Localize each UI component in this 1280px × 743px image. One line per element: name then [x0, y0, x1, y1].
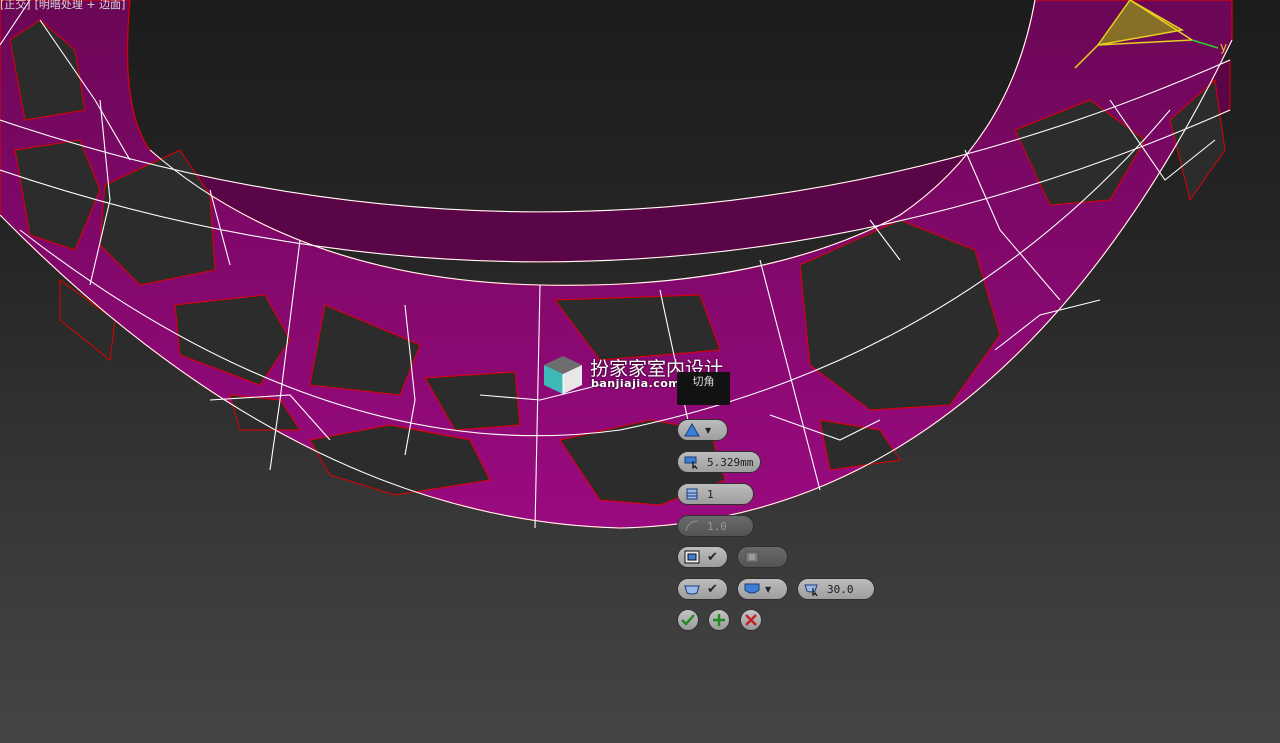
watermark-logo-icon [544, 356, 582, 394]
smooth-toggle[interactable]: ✔ [677, 578, 728, 600]
invert-toggle[interactable] [737, 546, 788, 568]
segments-value[interactable]: 1 [707, 488, 714, 501]
smooth-threshold-icon [803, 581, 821, 597]
tension-value[interactable]: 1.0 [707, 520, 727, 533]
smooth-threshold-spinner[interactable]: 30.0 [797, 578, 875, 600]
viewport-view-label[interactable]: [正交] [0, 0, 31, 11]
tension-icon [683, 518, 701, 534]
check-icon: ✔ [707, 581, 718, 597]
chamfer-type-icon [683, 422, 701, 438]
check-icon: ✔ [707, 549, 718, 565]
apply-continue-button[interactable] [708, 609, 730, 631]
tension-spinner[interactable]: 1.0 [677, 515, 754, 537]
chevron-down-icon: ▼ [705, 425, 712, 435]
chevron-down-icon: ▼ [765, 584, 772, 594]
plus-icon [713, 614, 725, 626]
chamfer-type-dropdown[interactable]: ▼ [677, 419, 728, 441]
gizmo-y-axis-label: y [1220, 40, 1228, 54]
open-chamfer-icon [683, 549, 701, 565]
segments-icon [683, 486, 701, 502]
invert-icon [743, 549, 761, 565]
cancel-button[interactable] [740, 609, 762, 631]
amount-value[interactable]: 5.329mm [707, 456, 753, 469]
smooth-type-dropdown[interactable]: ▼ [737, 578, 788, 600]
amount-spinner[interactable]: 5.329mm [677, 451, 761, 473]
segments-spinner[interactable]: 1 [677, 483, 754, 505]
checkmark-icon [681, 614, 695, 626]
open-chamfer-toggle[interactable]: ✔ [677, 546, 728, 568]
smooth-icon [683, 581, 701, 597]
ok-button[interactable] [677, 609, 699, 631]
viewport-shading-label[interactable]: [明暗处理 + 边面] [35, 0, 126, 11]
close-icon [745, 614, 757, 626]
amount-icon [683, 454, 701, 470]
viewport-label[interactable]: [正交] [明暗处理 + 边面] [0, 0, 129, 12]
watermark-url: banjiajia.com [591, 377, 681, 390]
caddy-title: 切角 [677, 372, 730, 405]
smooth-threshold-value[interactable]: 30.0 [827, 583, 854, 596]
3d-viewport[interactable]: [正交] [明暗处理 + 边面] y 扮家家室内设计 banjiajia.com … [0, 0, 1280, 743]
smooth-type-icon [743, 581, 761, 597]
